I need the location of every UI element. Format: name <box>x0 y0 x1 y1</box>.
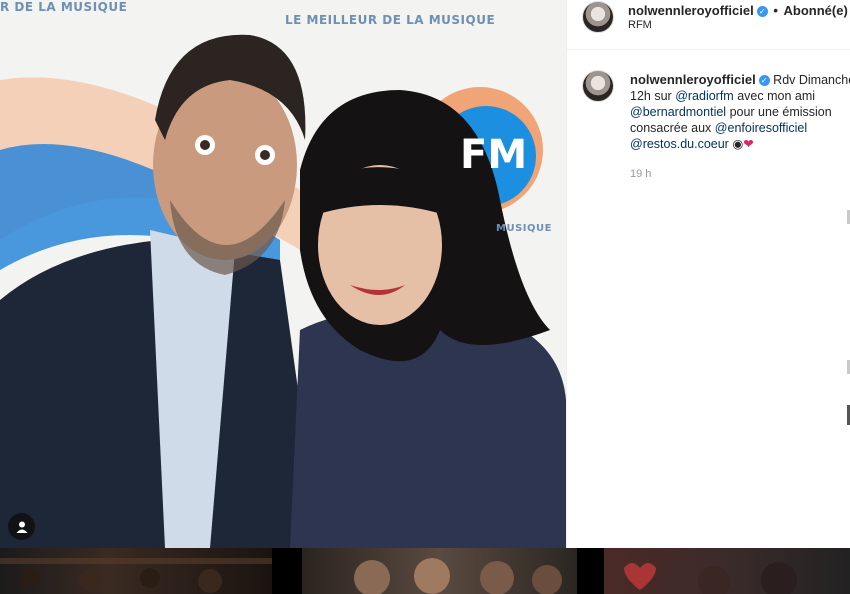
post-timestamp[interactable]: 19 h <box>630 168 651 180</box>
thumbnail-image <box>624 562 797 594</box>
avatar[interactable] <box>582 1 614 33</box>
user-tag-icon[interactable] <box>8 513 35 540</box>
post-header: nolwennleroyofficiel ✓ • Abonné(e) RFM <box>567 0 850 50</box>
related-thumbnail[interactable] <box>302 548 577 594</box>
separator: • <box>773 3 778 18</box>
header-username[interactable]: nolwennleroyofficiel <box>628 3 754 18</box>
verified-badge-icon: ✓ <box>758 75 770 86</box>
mention-restos-du-coeur[interactable]: @restos.du.coeur <box>630 137 729 151</box>
caption-username[interactable]: nolwennleroyofficiel <box>630 72 756 87</box>
wall-text-right: MUSIQUE <box>496 223 552 234</box>
mention-radiorfm[interactable]: @radiorfm <box>675 89 734 103</box>
related-posts-strip <box>0 548 850 594</box>
post-location[interactable]: RFM <box>628 19 652 31</box>
person-icon <box>16 521 27 533</box>
comment-avatar[interactable] <box>582 70 614 102</box>
thumbnail-image <box>0 558 272 593</box>
post-side-panel: nolwennleroyofficiel ✓ • Abonné(e) RFM no… <box>566 0 850 548</box>
header-user-row: nolwennleroyofficiel ✓ • Abonné(e) <box>628 3 848 18</box>
follow-status-button[interactable]: Abonné(e) <box>784 3 848 18</box>
mention-enfoiresofficiel[interactable]: @enfoiresofficiel <box>715 121 807 135</box>
heart-emoji-icon: ❤ <box>743 137 754 151</box>
related-thumbnail[interactable] <box>0 548 272 594</box>
verified-badge-icon: ✓ <box>756 6 768 17</box>
caption-text-2: avec mon ami <box>737 89 816 103</box>
wall-text-top-center: LE MEILLEUR DE LA MUSIQUE <box>285 13 496 27</box>
rfm-logo-text: FM <box>460 132 528 178</box>
wall-text-top-left: R DE LA MUSIQUE <box>0 0 128 14</box>
caption: nolwennleroyofficiel✓ Rdv Dimanche à 12h… <box>630 72 850 152</box>
thumbnail-image <box>354 558 562 594</box>
mention-bernardmontiel[interactable]: @bernardmontiel <box>630 105 726 119</box>
eye-emoji-icon: ◉ <box>732 137 744 151</box>
related-thumbnail[interactable] <box>604 548 850 594</box>
post-photo[interactable]: R DE LA MUSIQUE LE MEILLEUR DE LA MUSIQU… <box>0 0 566 548</box>
photo-illustration <box>0 34 566 548</box>
